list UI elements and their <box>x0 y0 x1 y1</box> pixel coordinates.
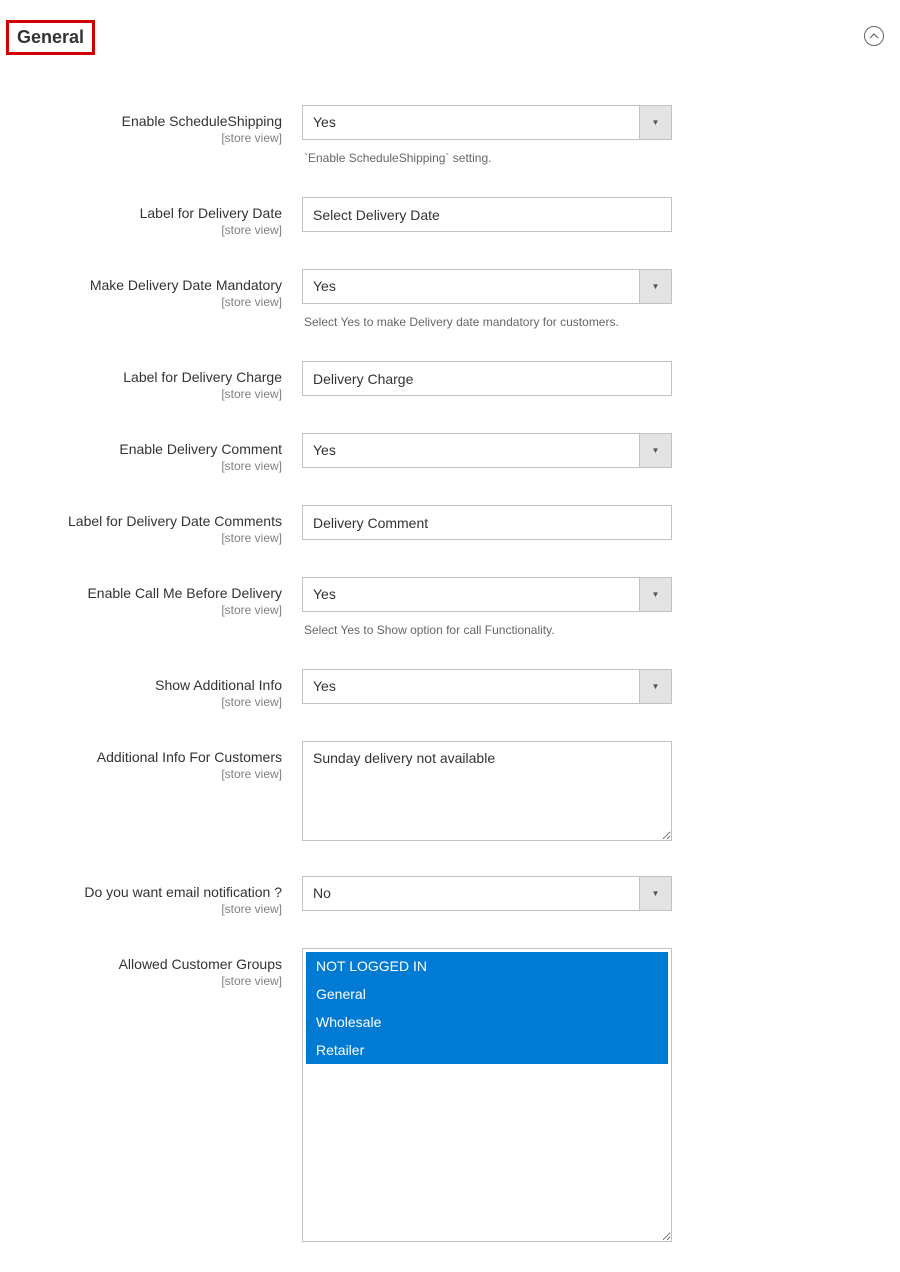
collapse-icon[interactable] <box>864 26 884 46</box>
list-item[interactable]: NOT LOGGED IN <box>306 952 668 980</box>
enable-comment-label: Enable Delivery Comment <box>12 441 282 457</box>
chevron-down-icon: ▼ <box>639 106 671 139</box>
section-title: General <box>6 20 95 55</box>
make-mandatory-help: Select Yes to make Delivery date mandato… <box>302 315 619 329</box>
scope-label: [store view] <box>12 695 282 709</box>
list-item[interactable]: General <box>306 980 668 1008</box>
label-delivery-charge-label: Label for Delivery Charge <box>12 369 282 385</box>
scope-label: [store view] <box>12 974 282 988</box>
chevron-down-icon: ▼ <box>639 434 671 467</box>
enable-schedule-label: Enable ScheduleShipping <box>12 113 282 129</box>
allowed-groups-label: Allowed Customer Groups <box>12 956 282 972</box>
email-notification-select[interactable]: No ▼ <box>302 876 672 911</box>
additional-info-label: Additional Info For Customers <box>12 749 282 765</box>
chevron-down-icon: ▼ <box>639 270 671 303</box>
enable-schedule-help: `Enable ScheduleShipping` setting. <box>302 151 491 165</box>
label-date-comments-input[interactable] <box>302 505 672 540</box>
make-mandatory-select[interactable]: Yes ▼ <box>302 269 672 304</box>
scope-label: [store view] <box>12 459 282 473</box>
label-delivery-charge-input[interactable] <box>302 361 672 396</box>
scope-label: [store view] <box>12 387 282 401</box>
additional-info-textarea[interactable] <box>302 741 672 841</box>
list-item[interactable]: Wholesale <box>306 1008 668 1036</box>
label-date-comments-label: Label for Delivery Date Comments <box>12 513 282 529</box>
label-delivery-date-input[interactable] <box>302 197 672 232</box>
chevron-down-icon: ▼ <box>639 877 671 910</box>
scope-label: [store view] <box>12 767 282 781</box>
scope-label: [store view] <box>12 223 282 237</box>
scope-label: [store view] <box>12 902 282 916</box>
scope-label: [store view] <box>12 295 282 309</box>
email-notification-label: Do you want email notification ? <box>12 884 282 900</box>
enable-call-label: Enable Call Me Before Delivery <box>12 585 282 601</box>
scope-label: [store view] <box>12 531 282 545</box>
allowed-groups-multiselect[interactable]: NOT LOGGED IN General Wholesale Retailer <box>302 948 672 1242</box>
show-additional-label: Show Additional Info <box>12 677 282 693</box>
show-additional-select[interactable]: Yes ▼ <box>302 669 672 704</box>
chevron-down-icon: ▼ <box>639 670 671 703</box>
chevron-down-icon: ▼ <box>639 578 671 611</box>
enable-call-select[interactable]: Yes ▼ <box>302 577 672 612</box>
scope-label: [store view] <box>12 603 282 617</box>
label-delivery-date-label: Label for Delivery Date <box>12 205 282 221</box>
enable-call-help: Select Yes to Show option for call Funct… <box>302 623 555 637</box>
list-item[interactable]: Retailer <box>306 1036 668 1064</box>
enable-schedule-select[interactable]: Yes ▼ <box>302 105 672 140</box>
enable-comment-select[interactable]: Yes ▼ <box>302 433 672 468</box>
make-mandatory-label: Make Delivery Date Mandatory <box>12 277 282 293</box>
scope-label: [store view] <box>12 131 282 145</box>
